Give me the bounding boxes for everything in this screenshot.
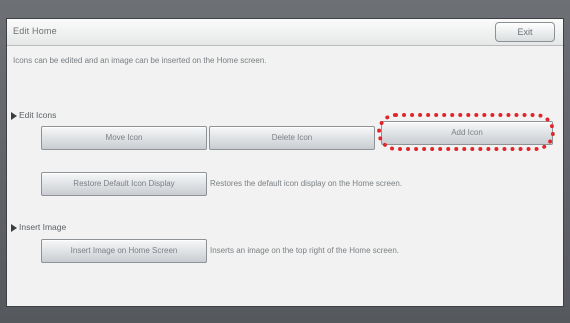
triangle-right-icon [11,111,17,120]
triangle-right-icon [11,223,17,232]
delete-icon-button[interactable]: Delete Icon [209,126,375,150]
restore-default-icon-display-button[interactable]: Restore Default Icon Display [41,172,207,196]
insert-image-heading: Insert Image [11,222,66,232]
edit-icons-heading-label: Edit Icons [19,110,57,120]
window-title: Edit Home [13,26,57,36]
insert-image-hint: Inserts an image on the top right of the… [210,246,399,255]
insert-image-heading-label: Insert Image [19,222,67,232]
screen-description: Icons can be edited and an image can be … [13,56,267,65]
restore-hint: Restores the default icon display on the… [210,179,403,188]
insert-image-button[interactable]: Insert Image on Home Screen [41,239,207,263]
touch-screen: Edit Home Exit Icons can be edited and a… [6,18,564,307]
add-icon-highlight [377,113,555,151]
exit-button[interactable]: Exit [495,22,555,42]
title-bar: Edit Home Exit [7,19,563,46]
edit-icons-heading: Edit Icons [11,110,56,120]
move-icon-button[interactable]: Move Icon [41,126,207,150]
